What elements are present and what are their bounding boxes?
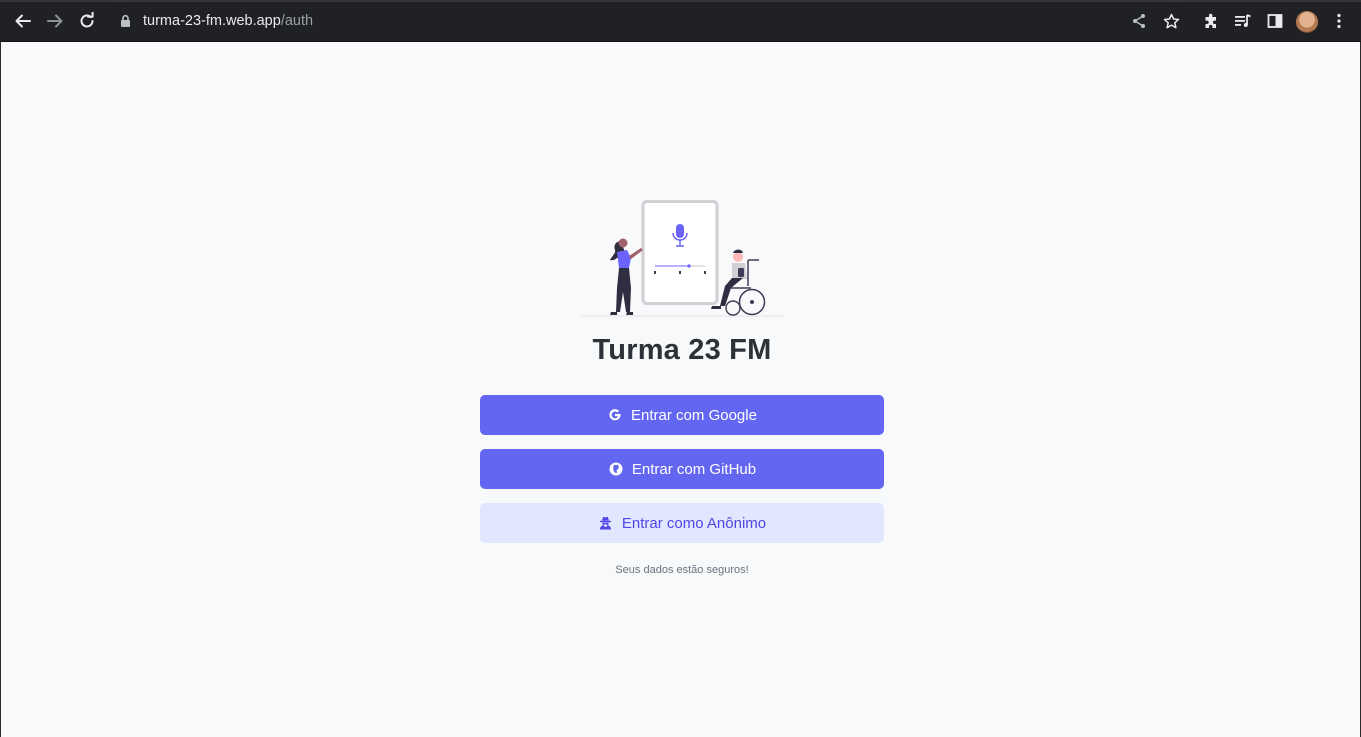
- anonymous-login-label: Entrar como Anônimo: [621, 514, 767, 532]
- google-login-label: Entrar com Google: [631, 406, 757, 424]
- lock-icon: [121, 14, 130, 27]
- tab-strip-edge: [0, 0, 1361, 2]
- share-icon: [1133, 14, 1145, 28]
- kebab-menu-icon: [1337, 13, 1341, 29]
- url-path: /auth: [280, 13, 314, 29]
- google-icon: [607, 407, 623, 423]
- side-panel-icon: [1267, 14, 1283, 28]
- share-button[interactable]: [1128, 10, 1150, 32]
- browser-toolbar: turma-23-fm.web.app/auth: [0, 0, 1361, 42]
- github-login-label: Entrar com GitHub: [631, 460, 757, 478]
- auth-page: Turma 23 FM Entrar com Google Entrar com…: [0, 42, 1361, 737]
- github-login-button[interactable]: Entrar com GitHub: [480, 449, 884, 489]
- playlist-icon: [1235, 14, 1251, 27]
- forward-arrow-icon: [47, 14, 63, 28]
- media-controls-button[interactable]: [1232, 10, 1254, 32]
- back-arrow-icon: [15, 14, 31, 28]
- page-title: Turma 23 FM: [592, 334, 772, 366]
- back-button[interactable]: [12, 10, 34, 32]
- github-icon: [608, 461, 624, 477]
- google-login-button[interactable]: Entrar com Google: [480, 395, 884, 435]
- forward-button[interactable]: [44, 10, 66, 32]
- reload-button[interactable]: [76, 10, 98, 32]
- accessibility-illustration: [581, 200, 783, 317]
- bookmark-star-button[interactable]: [1160, 10, 1182, 32]
- extensions-button[interactable]: [1200, 10, 1222, 32]
- address-bar[interactable]: turma-23-fm.web.app/auth: [108, 6, 1188, 36]
- url-text: turma-23-fm.web.app/auth: [143, 13, 313, 29]
- profile-avatar[interactable]: [1296, 11, 1318, 33]
- side-panel-button[interactable]: [1264, 10, 1286, 32]
- browser-menu-button[interactable]: [1328, 10, 1350, 32]
- security-note: Seus dados estão seguros!: [615, 564, 749, 576]
- star-icon: [1163, 13, 1179, 28]
- puzzle-icon: [1205, 13, 1216, 28]
- user-secret-icon: [598, 515, 614, 531]
- reload-icon: [80, 12, 94, 28]
- anonymous-login-button[interactable]: Entrar como Anônimo: [480, 503, 884, 543]
- url-host: turma-23-fm.web.app: [143, 13, 281, 29]
